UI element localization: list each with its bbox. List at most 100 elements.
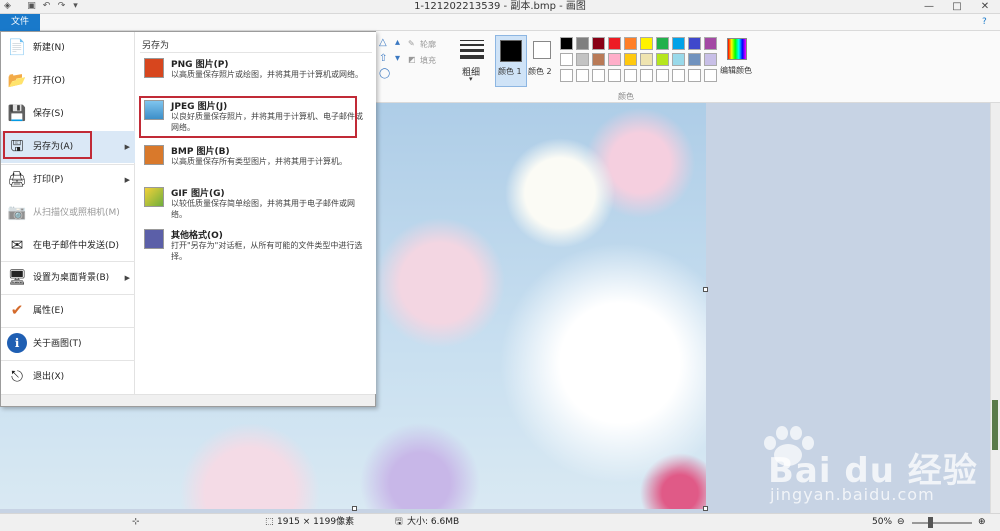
- menu-item-print[interactable]: 🖨 打印(P) ▶: [1, 164, 135, 196]
- menu-item-label: 设置为桌面背景(B): [33, 273, 110, 283]
- submenu-arrow-icon: ▶: [124, 274, 130, 282]
- window-title: 1-121202213539 - 副本.bmp - 画图: [414, 1, 586, 12]
- palette-swatch[interactable]: [672, 69, 685, 82]
- resize-handle-bottom[interactable]: [352, 506, 357, 511]
- menu-item-set-desktop-bg[interactable]: 🖥 设置为桌面背景(B) ▶: [1, 262, 135, 294]
- palette-swatch[interactable]: [640, 37, 653, 50]
- palette-swatch[interactable]: [656, 69, 669, 82]
- palette-swatch[interactable]: [672, 37, 685, 50]
- palette-swatch[interactable]: [704, 53, 717, 66]
- menu-item-email[interactable]: ✉ 在电子邮件中发送(D): [1, 230, 135, 262]
- image-dimensions: 1915 × 1199像素: [277, 517, 355, 527]
- palette-swatch[interactable]: [624, 53, 637, 66]
- menu-item-label: 关于画图(T): [33, 339, 82, 349]
- palette-swatch[interactable]: [624, 69, 637, 82]
- palette-swatch[interactable]: [608, 53, 621, 66]
- new-file-icon: 📄: [7, 38, 27, 56]
- resize-handle-right[interactable]: [703, 287, 708, 292]
- close-button[interactable]: ✕: [972, 0, 998, 14]
- palette-swatch[interactable]: [560, 69, 573, 82]
- file-size-icon: 🖫: [395, 517, 403, 527]
- outline-icon[interactable]: ✎: [408, 39, 415, 48]
- file-menu: 📄 新建(N) 📂 打开(O) 💾 保存(S) 🖫 另存为(A) ▶ 🖨 打印(…: [0, 31, 376, 407]
- palette-swatch[interactable]: [592, 69, 605, 82]
- minimize-button[interactable]: —: [916, 0, 942, 14]
- color2-button[interactable]: [533, 41, 551, 59]
- menu-item-save[interactable]: 💾 保存(S): [1, 98, 135, 130]
- edit-colors-icon[interactable]: [727, 38, 747, 60]
- palette-swatch[interactable]: [640, 69, 653, 82]
- format-other[interactable]: 其他格式(O) 打开"另存为"对话框，从所有可能的文件类型中进行选择。: [140, 225, 372, 267]
- outline-label[interactable]: 轮廓: [420, 39, 436, 50]
- menu-item-about[interactable]: ℹ 关于画图(T): [1, 328, 135, 360]
- palette-swatch[interactable]: [688, 53, 701, 66]
- palette-swatch[interactable]: [576, 69, 589, 82]
- file-tab[interactable]: 文件: [0, 14, 40, 31]
- save-as-highlight-box: [3, 131, 92, 159]
- gif-image-icon: [144, 187, 164, 207]
- menu-item-exit[interactable]: ⎋ 退出(X): [1, 361, 135, 393]
- palette-swatch[interactable]: [560, 53, 573, 66]
- palette-swatch[interactable]: [608, 69, 621, 82]
- cursor-position-icon: ⊹: [132, 517, 140, 527]
- palette-swatch[interactable]: [624, 37, 637, 50]
- format-bmp[interactable]: BMP 图片(B) 以高质量保存所有类型图片，并将其用于计算机。: [140, 141, 372, 183]
- open-folder-icon: 📂: [7, 71, 27, 89]
- palette-swatch[interactable]: [640, 53, 653, 66]
- arrow-shape-icon[interactable]: ⇧: [379, 53, 387, 64]
- vertical-scrollbar[interactable]: [990, 103, 1000, 513]
- menu-item-label: 保存(S): [33, 109, 64, 119]
- format-description: 以高质量保存照片或绘图，并将其用于计算机或网络。: [171, 70, 363, 79]
- zoom-slider-track[interactable]: [912, 522, 972, 524]
- scrollbar-thumb[interactable]: [992, 400, 998, 450]
- edit-colors-label[interactable]: 编辑颜色: [720, 65, 752, 76]
- menu-item-new[interactable]: 📄 新建(N): [1, 32, 135, 64]
- scroll-up-shapes-icon[interactable]: ▴: [395, 37, 400, 48]
- zoom-out-button[interactable]: ⊖: [897, 514, 905, 531]
- help-icon[interactable]: ?: [982, 17, 987, 27]
- size-dropdown-icon[interactable]: ▾: [469, 75, 473, 83]
- palette-swatch[interactable]: [592, 37, 605, 50]
- fill-label[interactable]: 填充: [420, 55, 436, 66]
- maximize-button[interactable]: □: [944, 0, 970, 14]
- info-icon: ℹ: [7, 333, 27, 353]
- save-disk-icon: 💾: [7, 104, 27, 122]
- title-bar: ◈ ▣ ↶ ↷ ▾ 1-121202213539 - 副本.bmp - 画图 —…: [0, 0, 1000, 14]
- palette-swatch[interactable]: [576, 37, 589, 50]
- email-icon: ✉: [10, 236, 24, 254]
- baidu-jingyan-watermark: Bai du 经验 jingyan.baidu.com: [758, 425, 988, 515]
- scroll-down-shapes-icon[interactable]: ▾: [395, 53, 400, 64]
- palette-swatch[interactable]: [656, 53, 669, 66]
- palette-swatch[interactable]: [608, 37, 621, 50]
- format-description: 以较低质量保存简单绘图，并将其用于电子邮件或网络。: [171, 199, 355, 219]
- scanner-icon: 📷: [7, 203, 27, 221]
- selection-size-icon: ⬚: [265, 517, 274, 527]
- color1-label: 颜色 1: [498, 67, 522, 76]
- resize-handle-corner[interactable]: [703, 506, 708, 511]
- triangle-shape-icon[interactable]: △: [379, 37, 387, 48]
- palette-swatch[interactable]: [704, 37, 717, 50]
- menu-item-open[interactable]: 📂 打开(O): [1, 65, 135, 97]
- size-lines-icon[interactable]: [460, 38, 484, 59]
- format-png[interactable]: PNG 图片(P) 以高质量保存照片或绘图，并将其用于计算机或网络。: [140, 54, 372, 96]
- zoom-slider-thumb[interactable]: [928, 517, 933, 528]
- palette-swatch[interactable]: [560, 37, 573, 50]
- desktop-icon: 🖥: [7, 268, 27, 286]
- zoom-in-button[interactable]: ⊕: [978, 514, 986, 531]
- palette-swatch[interactable]: [688, 69, 701, 82]
- menu-item-properties[interactable]: ✔ 属性(E): [1, 295, 135, 327]
- jpeg-highlight-box: [139, 96, 357, 138]
- bmp-image-icon: [144, 145, 164, 165]
- submenu-arrow-icon: ▶: [124, 176, 130, 184]
- palette-swatch[interactable]: [656, 37, 669, 50]
- colors-group-label: 颜色: [618, 92, 634, 101]
- palette-swatch[interactable]: [704, 69, 717, 82]
- fill-icon[interactable]: ◩: [408, 55, 416, 64]
- palette-swatch[interactable]: [592, 53, 605, 66]
- palette-swatch[interactable]: [576, 53, 589, 66]
- format-gif[interactable]: GIF 图片(G) 以较低质量保存简单绘图，并将其用于电子邮件或网络。: [140, 183, 372, 225]
- callout-shape-icon[interactable]: ◯: [379, 68, 390, 79]
- palette-swatch[interactable]: [688, 37, 701, 50]
- palette-swatch[interactable]: [672, 53, 685, 66]
- printer-icon: 🖨: [7, 170, 27, 188]
